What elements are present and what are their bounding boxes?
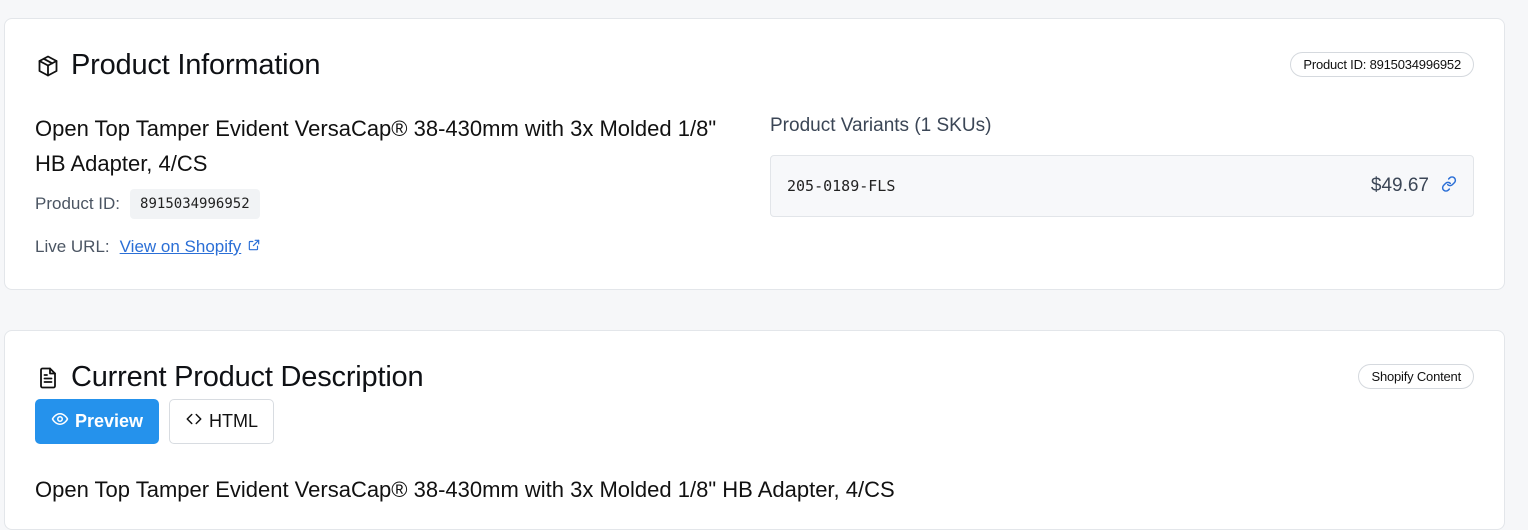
variant-price: $49.67	[1370, 175, 1429, 196]
product-id-row: Product ID: 8915034996952	[35, 189, 260, 219]
code-icon	[185, 410, 203, 433]
product-name: Open Top Tamper Evident VersaCap® 38-430…	[35, 116, 717, 176]
variant-price-group: $49.67	[1371, 175, 1457, 197]
eye-icon	[51, 410, 69, 433]
live-url-label: Live URL:	[35, 237, 110, 256]
tab-preview[interactable]: Preview	[35, 399, 160, 444]
variant-row: 205-0189-FLS $49.67	[770, 155, 1474, 217]
tab-html-label: HTML	[209, 411, 259, 431]
current-description-title: Current Product Description	[71, 361, 424, 393]
product-id-label: Product ID:	[35, 194, 121, 213]
description-view-tabs: Preview HTML	[35, 399, 275, 444]
product-id-value: 8915034996952	[130, 189, 260, 219]
product-id-badge: Product ID: 8915034996952	[1290, 52, 1474, 77]
description-preview-heading: Open Top Tamper Evident VersaCap® 38-430…	[35, 477, 895, 502]
current-description-card: Current Product Description Shopify Cont…	[4, 330, 1505, 530]
tab-html[interactable]: HTML	[169, 399, 275, 444]
external-link-icon	[247, 237, 261, 257]
current-description-header: Current Product Description	[35, 361, 424, 394]
product-information-title: Product Information	[71, 49, 321, 81]
product-information-header: Product Information	[35, 49, 320, 82]
view-on-shopify-link[interactable]: View on Shopify	[120, 237, 262, 257]
view-on-shopify-text: View on Shopify	[119, 237, 242, 256]
link-icon[interactable]	[1441, 175, 1457, 197]
variant-sku: 205-0189-FLS	[787, 177, 896, 195]
shopify-content-badge: Shopify Content	[1358, 364, 1474, 389]
tab-preview-label: Preview	[75, 411, 144, 431]
product-variants-title: Product Variants (1 SKUs)	[770, 115, 992, 136]
document-icon	[35, 365, 61, 391]
live-url-row: Live URL: View on Shopify	[35, 237, 261, 257]
package-icon	[35, 53, 61, 79]
product-information-card: Product Information Product ID: 89150349…	[4, 18, 1505, 290]
